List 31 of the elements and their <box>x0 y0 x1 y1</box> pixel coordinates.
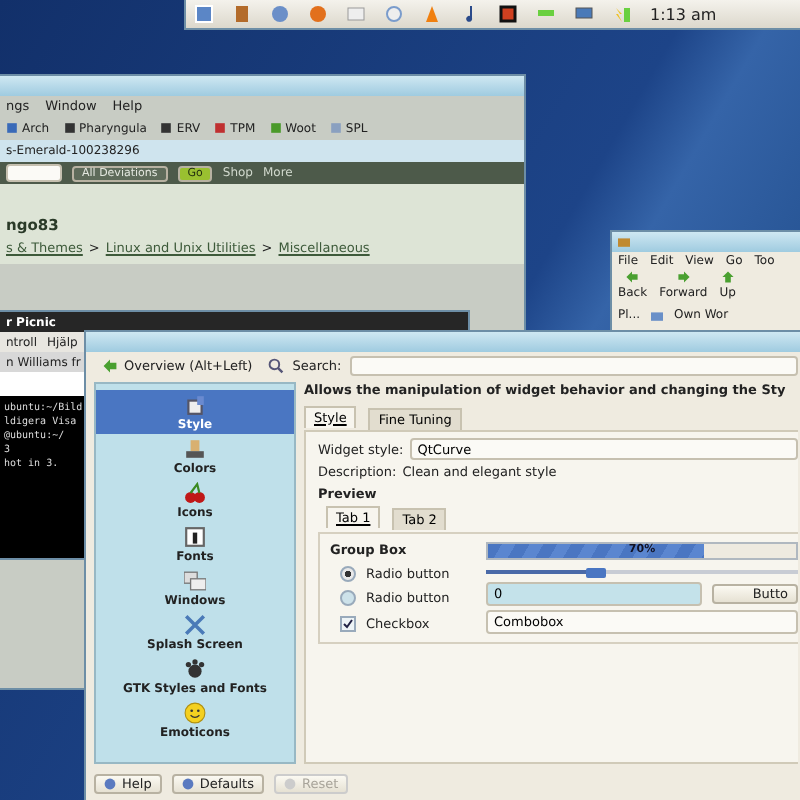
back-arrow-icon <box>102 357 118 373</box>
windows-icon <box>184 569 206 591</box>
smiley-icon <box>184 701 206 723</box>
envelope-icon <box>346 4 366 24</box>
cherries-icon <box>184 481 206 503</box>
bookmark-icon <box>214 122 227 134</box>
bookmark-icon <box>329 122 342 134</box>
slider-thumb[interactable] <box>585 567 606 577</box>
monitor-icon <box>574 4 594 24</box>
slider[interactable] <box>486 566 798 578</box>
folder-icon <box>650 309 665 321</box>
radio-button[interactable] <box>340 566 356 582</box>
arrow-icon <box>675 270 692 284</box>
search-field[interactable] <box>349 355 798 375</box>
radio-button[interactable] <box>340 590 356 606</box>
checkbox[interactable] <box>340 616 356 632</box>
bookmark-icon <box>160 122 173 134</box>
box-icon <box>232 4 252 24</box>
paw-icon <box>184 657 206 679</box>
bookmark-icon <box>6 122 18 134</box>
arrow-icon <box>719 270 736 284</box>
search-icon <box>268 357 285 373</box>
bookmark-icon <box>269 122 282 134</box>
battery-icon <box>612 4 632 24</box>
cone-icon <box>422 4 442 24</box>
folder-icon <box>618 236 630 248</box>
search-field[interactable] <box>6 164 62 182</box>
kde-logo-icon <box>194 4 214 24</box>
clock: 1:13 am <box>650 5 717 23</box>
arrow-icon <box>624 270 641 284</box>
bookmark-icon <box>63 122 76 134</box>
